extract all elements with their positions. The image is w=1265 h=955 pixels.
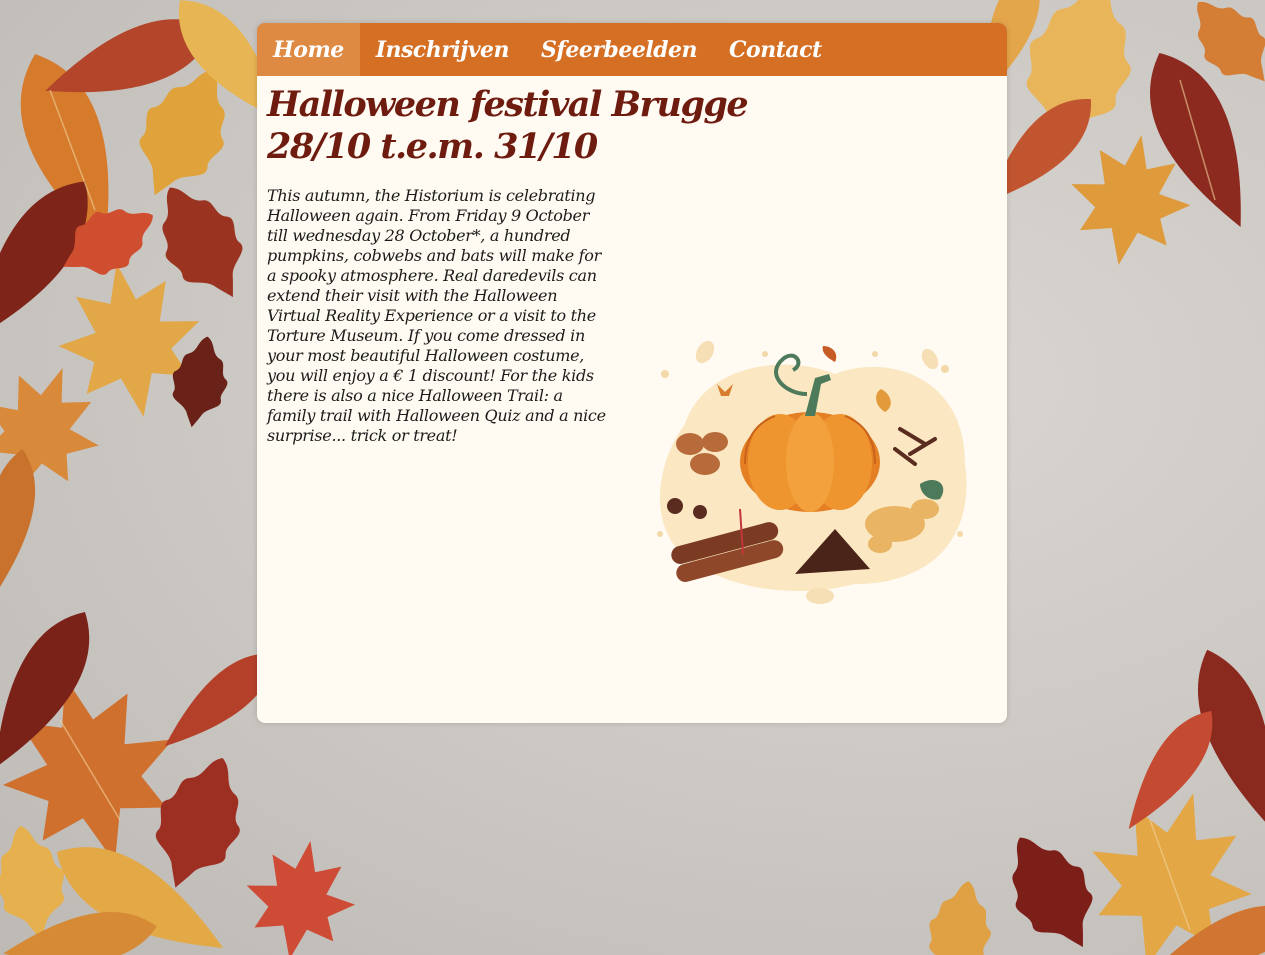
intro-paragraph: This autumn, the Historium is celebratin…: [267, 186, 606, 445]
page-title: Halloween festival Brugge 28/10 t.e.m. 3…: [267, 84, 749, 168]
main-navigation: Home Inschrijven Sfeerbeelden Contact: [257, 23, 1007, 76]
page-content: Halloween festival Brugge 28/10 t.e.m. 3…: [257, 76, 1007, 723]
page-title-line2: 28/10 t.e.m. 31/10: [267, 126, 598, 167]
pumpkin-spices-illustration: [657, 340, 967, 604]
nav-sfeerbeelden[interactable]: Sfeerbeelden: [525, 23, 713, 76]
nav-home[interactable]: Home: [257, 23, 360, 76]
page-title-line1: Halloween festival Brugge: [267, 84, 749, 125]
content-card: Home Inschrijven Sfeerbeelden Contact Ha…: [257, 23, 1007, 723]
nav-inschrijven[interactable]: Inschrijven: [360, 23, 525, 76]
nav-contact[interactable]: Contact: [713, 23, 838, 76]
